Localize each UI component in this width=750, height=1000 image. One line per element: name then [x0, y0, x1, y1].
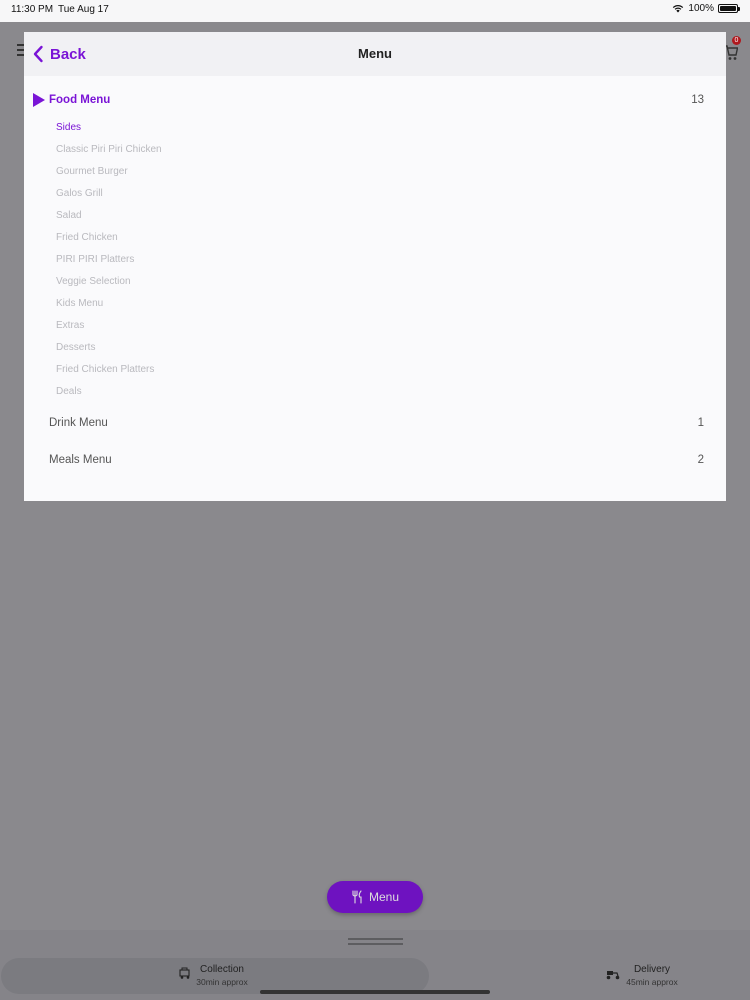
collection-time: 30min approx: [196, 977, 248, 987]
section-drink-menu[interactable]: Drink Menu 1: [24, 414, 726, 436]
status-date: Tue Aug 17: [58, 4, 109, 15]
section-count: 13: [691, 94, 704, 106]
subcategory-item[interactable]: PIRI PIRI Platters: [56, 251, 162, 273]
modal-title: Menu: [358, 46, 392, 61]
drag-handle[interactable]: [348, 938, 403, 940]
status-time: 11:30 PM: [11, 4, 54, 15]
food-menu-subcategories: Sides Classic Piri Piri Chicken Gourmet …: [56, 119, 162, 405]
modal-header: Back Menu: [24, 32, 726, 76]
home-indicator: [260, 990, 490, 994]
cart-badge: 0: [732, 36, 741, 45]
subcategory-item[interactable]: Desserts: [56, 339, 162, 361]
subcategory-item[interactable]: Fried Chicken Platters: [56, 361, 162, 383]
drag-handle-line: [348, 943, 403, 945]
section-label: Drink Menu: [49, 417, 108, 429]
subcategory-item[interactable]: Extras: [56, 317, 162, 339]
fork-knife-icon: [352, 890, 362, 904]
section-meals-menu[interactable]: Meals Menu 2: [24, 451, 726, 473]
menu-button[interactable]: Menu: [327, 881, 423, 913]
delivery-label: Delivery: [633, 964, 671, 975]
collection-icon: [179, 967, 190, 979]
section-food-menu[interactable]: Food Menu 13: [24, 91, 726, 113]
delivery-time: 45min approx: [626, 977, 678, 987]
collection-text: Collection 30min approx: [194, 964, 250, 987]
order-type-bar: Collection 30min approx Delivery 45min a…: [0, 930, 750, 1000]
section-label: Meals Menu: [49, 454, 112, 466]
battery-percent: 100%: [688, 3, 714, 14]
wifi-icon: [673, 4, 684, 13]
subcategory-item[interactable]: Gourmet Burger: [56, 163, 162, 185]
delivery-scooter-icon: [606, 971, 620, 980]
section-count: 2: [697, 454, 704, 466]
subcategory-item[interactable]: Fried Chicken: [56, 229, 162, 251]
menu-button-label: Menu: [368, 890, 400, 904]
play-arrow-icon: [33, 93, 45, 107]
subcategory-item[interactable]: Salad: [56, 207, 162, 229]
delivery-option[interactable]: Delivery 45min approx: [622, 964, 682, 987]
subcategory-item[interactable]: Galos Grill: [56, 185, 162, 207]
section-count: 1: [697, 417, 704, 429]
status-bar: 11:30 PM Tue Aug 17 100%: [0, 0, 750, 22]
menu-modal: Back Menu Food Menu 13 Sides Classic Pir…: [24, 32, 726, 501]
battery-icon: [718, 4, 740, 13]
subcategory-item[interactable]: Classic Piri Piri Chicken: [56, 141, 162, 163]
section-label: Food Menu: [49, 94, 111, 106]
collection-label: Collection: [200, 964, 244, 975]
status-indicators: 100%: [672, 3, 740, 14]
subcategory-item[interactable]: Deals: [56, 383, 162, 405]
subcategory-item[interactable]: Sides: [56, 119, 162, 141]
subcategory-item[interactable]: Kids Menu: [56, 295, 162, 317]
subcategory-item[interactable]: Veggie Selection: [56, 273, 162, 295]
